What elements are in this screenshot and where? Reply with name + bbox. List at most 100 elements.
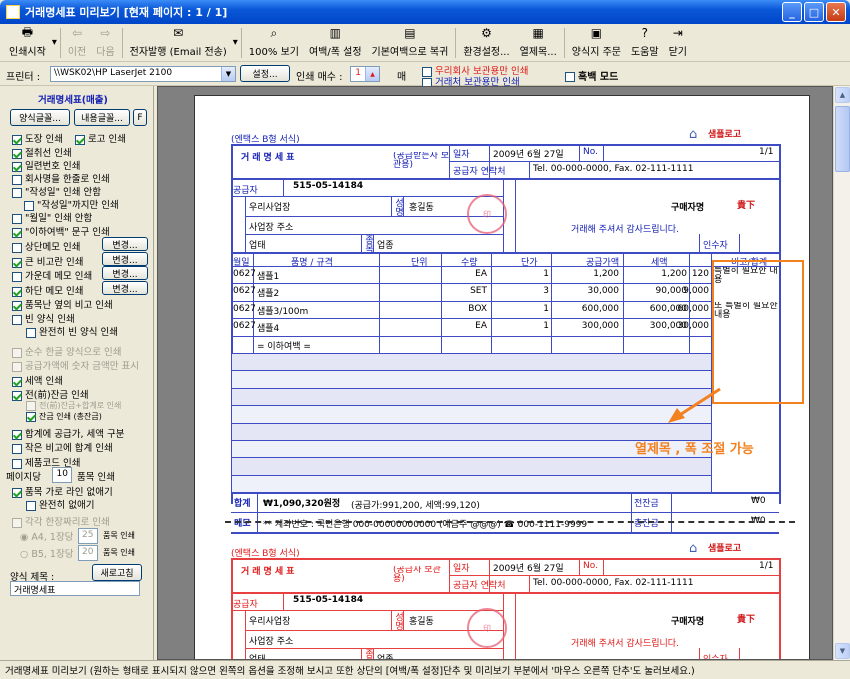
print-start-button[interactable]: 🖶 인쇄시작	[4, 24, 51, 60]
email-dropdown-arrow[interactable]: ▾	[232, 24, 239, 60]
scroll-thumb[interactable]	[835, 106, 850, 172]
buyer: 貴下	[737, 201, 756, 211]
change-button[interactable]: 변경...	[102, 237, 148, 251]
option-checkbox-17[interactable]: 공급가액에 숫자 금액만 표시	[12, 358, 139, 372]
option-checkbox-18[interactable]: 세액 인쇄	[12, 373, 63, 387]
option-checkbox-6[interactable]: "작성일"까지만 인쇄	[24, 197, 119, 211]
option-checkbox-23[interactable]: 작은 비고에 합계 인쇄	[12, 440, 113, 454]
minimize-button[interactable]: _	[782, 2, 802, 22]
prev-page-button[interactable]: ⇦ 이전	[63, 24, 91, 60]
row-tax: 30,000	[677, 321, 710, 332]
change-button[interactable]: 변경...	[102, 281, 148, 295]
option-checkbox-20[interactable]: 전(前)잔금+합계로 인쇄	[26, 400, 121, 411]
maximize-button[interactable]: □	[804, 2, 824, 22]
row-unit: SET	[470, 286, 487, 297]
option-checkbox-22[interactable]: 합계에 공급가, 세액 구분	[12, 426, 124, 440]
order-form-button[interactable]: ▣ 양식지 주문	[567, 24, 626, 60]
option-checkbox-0[interactable]: 도장 인쇄	[12, 131, 63, 145]
content-font-button[interactable]: 내용글꼴...	[74, 109, 130, 126]
reset-margin-button[interactable]: ▤ 기본여백으로 복귀	[367, 24, 454, 60]
checkbox-icon	[12, 300, 22, 311]
option-checkbox-8[interactable]: "이하여백" 문구 인쇄	[12, 224, 110, 238]
option-checkbox-5[interactable]: "작성일" 인쇄 안함	[12, 184, 101, 198]
option-checkbox-7[interactable]: "월일" 인쇄 안함	[12, 210, 92, 224]
b5-value: 20	[82, 547, 94, 557]
option-checkbox-15[interactable]: 완전히 빈 양식 인쇄	[26, 324, 118, 338]
option-checkbox-1[interactable]: 로고 인쇄	[75, 131, 126, 145]
option-checkbox-9[interactable]: 상단메모 인쇄	[12, 239, 80, 253]
checkbox-icon	[24, 200, 34, 211]
options-sidebar: 거래명세표(매출) 양식글꼴... 내용글꼴... F 도장 인쇄 로고 인쇄 절취…	[0, 86, 154, 660]
option-checkbox-4[interactable]: 회사명을 한줄로 인쇄	[12, 171, 110, 185]
next-page-button[interactable]: ⇨ 다음	[91, 24, 119, 60]
margin-label: 여백/폭 설정	[308, 47, 362, 58]
reg-no: 515-05-14184	[293, 595, 364, 605]
scroll-down-icon[interactable]: ▼	[835, 643, 850, 659]
seal-stamp-icon: 印	[467, 608, 507, 648]
b5-radio[interactable]: ○ B5, 1장당	[20, 546, 73, 560]
zoom-100-button[interactable]: ⌕ 100% 보기	[244, 24, 304, 60]
h-line	[245, 216, 503, 217]
margin-setting-button[interactable]: ▥ 여백/폭 설정	[304, 24, 367, 60]
buyer-label: 구매자명	[671, 203, 705, 213]
option-checkbox-3[interactable]: 일련번호 인쇄	[12, 158, 80, 172]
no-lines-full-checkbox[interactable]: 완전히 없애기	[26, 497, 94, 511]
reset-margin-label: 기본여백으로 복귀	[371, 47, 449, 58]
row-unit: EA	[475, 269, 487, 279]
h-line	[231, 532, 779, 535]
v-line	[283, 594, 284, 610]
email-issue-button[interactable]: ✉ 전자발행 (Email 전송)	[125, 24, 232, 60]
a4-input[interactable]: 25	[78, 528, 98, 544]
option-checkbox-21[interactable]: 잔금 인쇄 (총잔금)	[26, 411, 102, 422]
per-page-input[interactable]: 10	[52, 467, 72, 483]
column-title-button[interactable]: ▦ 열제목...	[515, 24, 562, 60]
option-checkbox-10[interactable]: 큰 비고란 인쇄	[12, 254, 83, 268]
logo-text: 샘플로고	[708, 544, 742, 554]
option-checkbox-14[interactable]: 빈 양식 인쇄	[12, 311, 75, 325]
close-window-button[interactable]: ✕	[826, 2, 846, 22]
refresh-button[interactable]: 새로고침	[92, 564, 142, 581]
copies-input[interactable]: 1 ▲	[350, 66, 380, 82]
title-input[interactable]: 거래명세표	[10, 581, 140, 596]
preview-area[interactable]: (엔택스 B형 서식) 샘플로고 ⌂ 거래명세표 (공급받는자 보관용) 일자 2009년 …	[157, 86, 833, 660]
h-line	[449, 575, 779, 576]
checkbox-icon	[26, 411, 36, 422]
biz-item-label: 종목	[363, 649, 373, 660]
printer-select[interactable]: \\WSK02\HP LaserJet 2100 ▼	[50, 66, 236, 82]
option-checkbox-19[interactable]: 전(前)잔금 인쇄	[12, 387, 89, 401]
vertical-scrollbar[interactable]: ▲ ▼	[833, 86, 850, 660]
scroll-up-icon[interactable]: ▲	[835, 87, 850, 103]
h-line	[231, 144, 779, 146]
exit-button[interactable]: ⇥ 닫기	[664, 24, 692, 60]
option-checkbox-11[interactable]: 가운데 메모 인쇄	[12, 268, 92, 282]
form-font-button[interactable]: 양식글꼴...	[10, 109, 70, 126]
order-icon: ▣	[590, 26, 603, 40]
separator	[59, 28, 61, 58]
f-button[interactable]: F	[133, 109, 147, 126]
h-line	[231, 178, 779, 180]
change-button[interactable]: 변경...	[102, 252, 148, 266]
h-line	[231, 318, 711, 320]
logo-text: 샘플로고	[708, 130, 742, 140]
row-price: 300,000	[581, 321, 619, 332]
mono-checkbox[interactable]: 흑백 모드	[565, 68, 618, 83]
h-line	[231, 610, 503, 611]
option-label: 공급가액에 숫자 금액만 표시	[25, 361, 139, 372]
per-page-value: 10	[56, 469, 68, 479]
help-button[interactable]: ? 도움말	[626, 24, 664, 60]
settings-button[interactable]: ⚙ 환경설정...	[458, 24, 514, 60]
option-checkbox-16[interactable]: 순수 한글 양식으로 인쇄	[12, 344, 121, 358]
seal-stamp-icon: 印	[467, 194, 507, 234]
option-checkbox-12[interactable]: 하단 메모 인쇄	[12, 283, 83, 297]
print-dropdown-arrow[interactable]: ▾	[51, 24, 58, 60]
printer-settings-button[interactable]: 설정...	[240, 65, 290, 82]
b5-input[interactable]: 20	[78, 545, 98, 561]
half-page-checkbox[interactable]: 각각 한장짜리로 인쇄	[12, 514, 110, 528]
change-button[interactable]: 변경...	[102, 266, 148, 280]
option-checkbox-13[interactable]: 품목난 옆의 비고 인쇄	[12, 297, 113, 311]
option-checkbox-2[interactable]: 절취선 인쇄	[12, 145, 72, 159]
spinner-icon[interactable]: ▲	[365, 67, 379, 81]
a4-radio[interactable]: ◉ A4, 1장당	[20, 529, 73, 543]
address: 사업장 주소	[249, 637, 294, 647]
no-lines-checkbox[interactable]: 품목 가로 라인 없애기	[12, 484, 113, 498]
